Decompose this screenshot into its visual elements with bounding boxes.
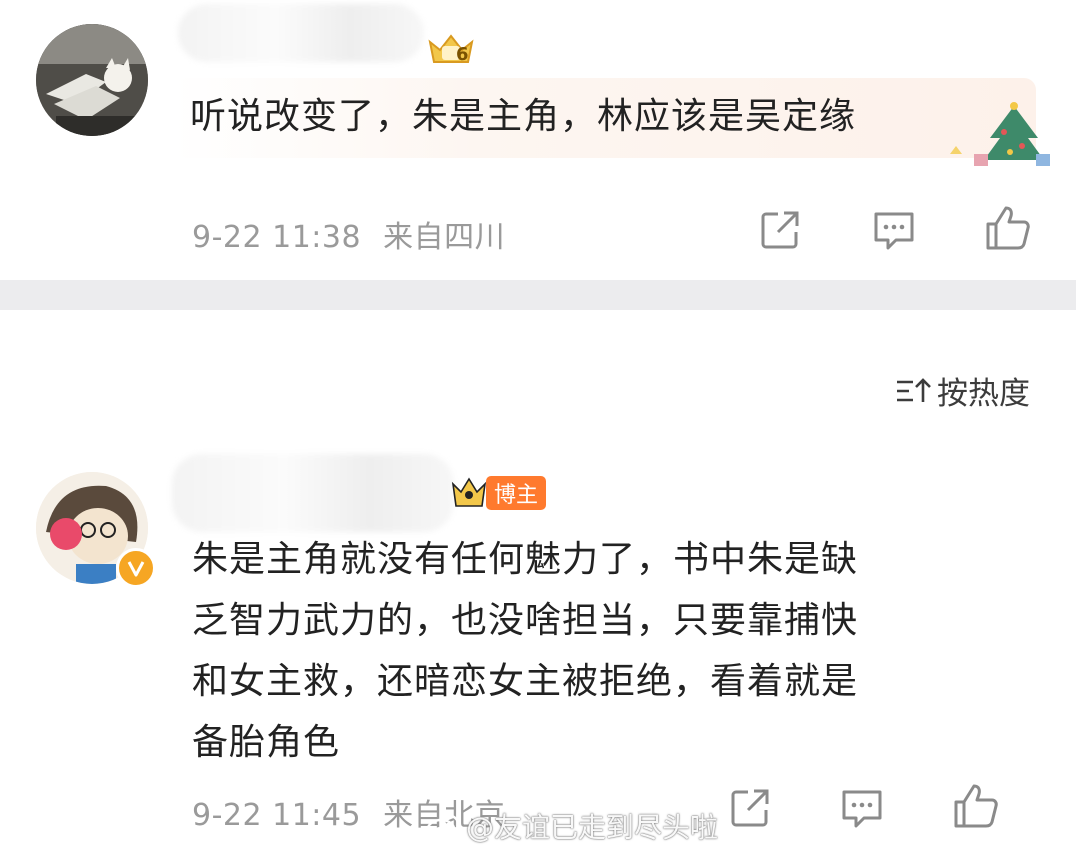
crown-icon [451,477,487,507]
watermark-text: @友谊已走到尽头啦 [466,811,719,844]
comment1-avatar[interactable] [36,24,148,136]
host-badge: 博主 [486,476,546,510]
verified-v-icon [127,561,145,577]
comment2-text-line-1: 朱是主角就没有任何魅力了，书中朱是缺 [192,539,859,580]
comment-icon[interactable] [872,208,916,252]
comment2-username-redacted[interactable] [172,454,454,532]
share-icon[interactable] [728,786,772,830]
sort-icon [897,377,931,402]
comment1-username-redacted[interactable] [178,4,424,62]
comment2-text-line-3: 和女主救，还暗恋女主被拒绝，看着就是 [192,661,859,702]
comment1-text: 听说改变了，朱是主角，林应该是吴定缘 [190,96,857,137]
christmas-tree-decoration-icon [950,102,1050,166]
share-icon[interactable] [758,208,802,252]
like-icon[interactable] [952,782,1000,830]
verified-badge [116,548,156,588]
fan-level-badge: 6 [426,32,476,68]
comment1-timestamp: 9-22 11:38 [192,220,362,255]
comment1-location: 来自四川 [383,220,506,255]
weibo-logo-icon [426,814,460,840]
comment2-text-line-4: 备胎角色 [192,722,341,763]
sort-by-hot-button[interactable]: 按热度 [895,368,1030,413]
comment2-text-line-2: 乏智力武力的，也没啥担当，只要靠捕快 [192,600,859,641]
comment-icon[interactable] [840,786,884,830]
sort-label: 按热度 [937,376,1030,412]
like-icon[interactable] [984,204,1032,252]
fan-level-number: 6 [456,44,469,65]
comment2-timestamp: 9-22 11:45 [192,798,362,833]
section-divider [0,280,1076,310]
weibo-watermark: @友谊已走到尽头啦 [426,806,718,846]
avatar-photo-icon [36,24,148,136]
comment1-meta: 9-22 11:38 来自四川 [192,212,505,256]
